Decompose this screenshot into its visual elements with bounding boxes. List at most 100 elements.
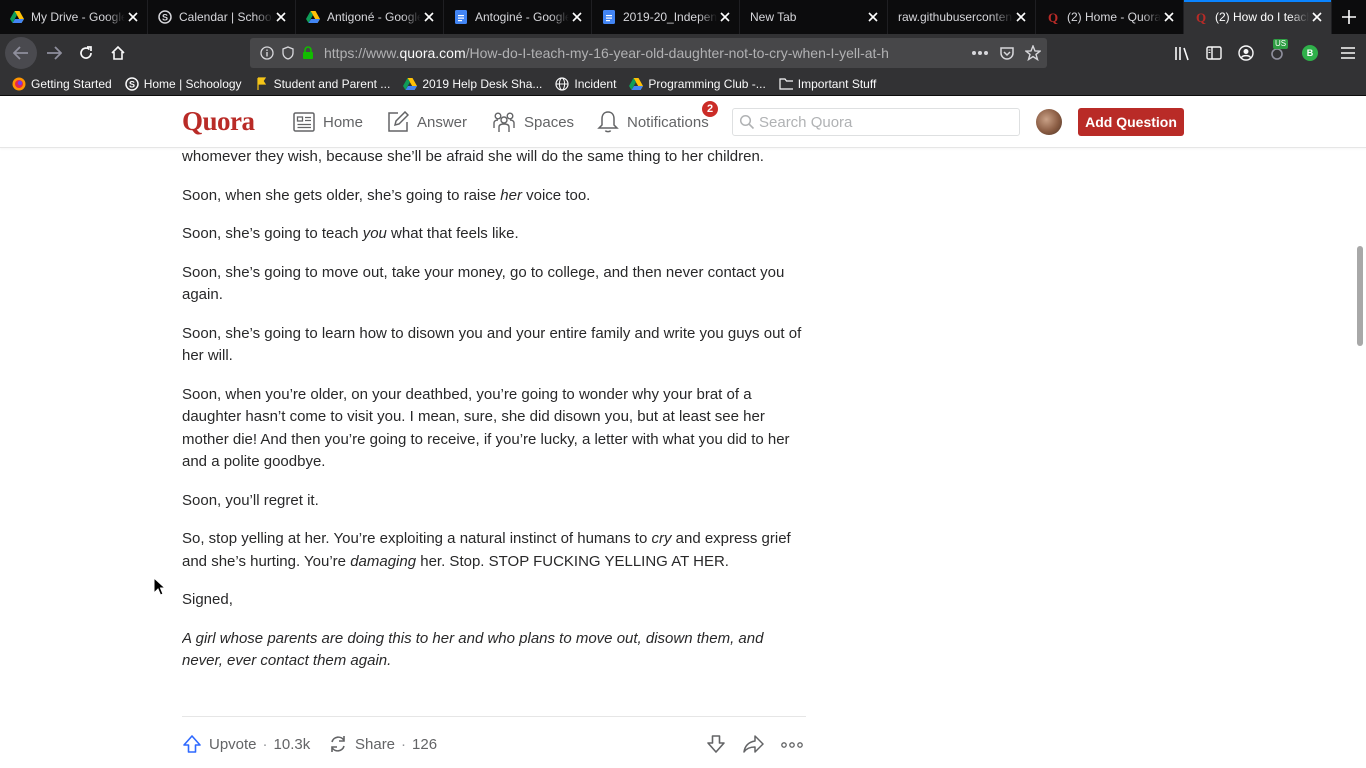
page-actions-icon[interactable] <box>971 50 989 56</box>
reload-icon <box>80 46 92 59</box>
tab-quora-home[interactable]: Q (2) Home - Quora <box>1036 0 1184 34</box>
nav-answer[interactable]: Answer <box>387 96 467 148</box>
tab-title: Antoginé - Google Docs <box>475 10 569 24</box>
quora-logo[interactable]: Quora <box>182 106 255 137</box>
text-span: what that feels like. <box>386 225 519 242</box>
paragraph: Soon, when you’re older, on your deathbe… <box>182 385 790 471</box>
emphasis: damaging <box>350 552 417 570</box>
tracking-shield-icon[interactable] <box>282 46 294 60</box>
more-options-button[interactable] <box>781 742 803 748</box>
downvote-button[interactable] <box>706 734 726 754</box>
address-bar[interactable]: https://www.quora.com/How-do-I-teach-my-… <box>250 38 1047 68</box>
tab-title: 2019-20_Independent <box>623 10 717 24</box>
google-drive-icon <box>306 10 320 24</box>
home-button[interactable] <box>103 38 133 68</box>
nav-home-label: Home <box>323 113 364 131</box>
tab-independent-docs[interactable]: 2019-20_Independent <box>592 0 740 34</box>
tab-antigone-drive[interactable]: Antigoné - Google Drive <box>296 0 444 34</box>
bookmark-label: Getting Started <box>31 76 112 91</box>
info-icon[interactable] <box>260 46 274 60</box>
text-span: So, stop yelling at her. You’re exploiti… <box>182 530 652 547</box>
nav-answer-label: Answer <box>417 113 468 131</box>
close-tab-icon[interactable] <box>421 9 437 25</box>
close-tab-icon[interactable] <box>273 9 289 25</box>
bookmark-student-parent[interactable]: Student and Parent ... <box>255 76 391 91</box>
page-scrollbar[interactable] <box>1355 148 1366 768</box>
app-menu-button[interactable] <box>1332 34 1364 72</box>
text-span: Soon, she’s going to teach <box>182 225 363 242</box>
tab-new-tab[interactable]: New Tab <box>740 0 888 34</box>
user-avatar[interactable] <box>1036 109 1062 135</box>
paragraph: Soon, when she gets older, she’s going t… <box>182 185 806 208</box>
tab-calendar-schoology[interactable]: S Calendar | Schoology <box>148 0 296 34</box>
search-box[interactable] <box>732 108 1020 136</box>
close-tab-icon[interactable] <box>1161 9 1177 25</box>
upvote-count: 10.3k <box>273 735 311 753</box>
upvote-button[interactable]: Upvote · 10.3k <box>182 734 310 754</box>
share-arrow-icon <box>743 735 764 753</box>
back-button[interactable] <box>5 37 37 69</box>
sidebar-button[interactable] <box>1198 34 1230 72</box>
forward-button[interactable] <box>39 38 69 68</box>
new-tab-button[interactable] <box>1334 0 1364 34</box>
svg-text:Q: Q <box>1048 10 1058 24</box>
separator-dot: · <box>262 735 268 753</box>
schoology-icon: S <box>158 10 172 24</box>
nav-home[interactable]: Home <box>293 96 363 148</box>
bookmark-help-desk[interactable]: 2019 Help Desk Sha... <box>403 77 542 91</box>
svg-text:S: S <box>162 13 168 23</box>
nav-spaces[interactable]: Spaces <box>492 96 574 148</box>
google-docs-icon <box>602 10 616 24</box>
lock-icon[interactable] <box>302 46 314 60</box>
nav-notifications[interactable]: Notifications <box>597 96 709 148</box>
account-button[interactable] <box>1230 34 1262 72</box>
tab-strip: My Drive - Google Drive S Calendar | Sch… <box>0 0 1366 34</box>
tab-title: New Tab <box>750 10 797 24</box>
google-drive-icon <box>403 77 418 91</box>
tab-antogine-docs[interactable]: Antoginé - Google Docs <box>444 0 592 34</box>
bell-icon <box>597 111 619 133</box>
url-text[interactable]: https://www.quora.com/How-do-I-teach-my-… <box>324 45 929 61</box>
folder-icon <box>779 77 793 91</box>
close-tab-icon[interactable] <box>1013 9 1029 25</box>
tab-my-drive[interactable]: My Drive - Google Drive <box>0 0 148 34</box>
tab-quora-question[interactable]: Q (2) How do I teach <box>1184 0 1332 34</box>
plus-icon <box>1342 10 1356 24</box>
tab-title: My Drive - Google Drive <box>31 10 125 24</box>
text-span: voice too. <box>521 186 591 204</box>
pocket-icon[interactable] <box>999 45 1015 61</box>
share-button[interactable]: Share · 126 <box>328 734 437 754</box>
vpn-extension-button[interactable]: US <box>1262 34 1294 72</box>
close-tab-icon[interactable] <box>717 9 733 25</box>
bookmark-getting-started[interactable]: Getting Started <box>12 77 112 91</box>
tab-raw-github[interactable]: raw.githubusercontent.com <box>888 0 1036 34</box>
bookmark-programming-club[interactable]: Programming Club -... <box>629 77 766 91</box>
library-button[interactable] <box>1166 34 1198 72</box>
upvote-arrow-icon <box>183 735 201 753</box>
close-tab-icon[interactable] <box>569 9 585 25</box>
scrollbar-thumb[interactable] <box>1357 246 1363 346</box>
bookmark-home-schoology[interactable]: S Home | Schoology <box>124 77 242 91</box>
profile-extension-button[interactable]: B <box>1294 34 1326 72</box>
tab-title: (2) How do I teach <box>1215 10 1309 24</box>
signature: A girl whose parents are doing this to h… <box>182 629 764 670</box>
url-prefix: https://www. <box>324 45 400 61</box>
answer-content: whomever they wish, because she’ll be af… <box>182 148 806 768</box>
forward-share-button[interactable] <box>743 734 765 754</box>
bookmark-label: Important Stuff <box>797 76 877 91</box>
paragraph: Soon, you’ll regret it. <box>182 491 319 509</box>
bookmark-label: Student and Parent ... <box>273 76 391 91</box>
close-tab-icon[interactable] <box>125 9 141 25</box>
nav-spaces-label: Spaces <box>524 113 575 131</box>
add-question-button[interactable]: Add Question <box>1078 108 1184 136</box>
search-input[interactable] <box>759 113 1009 131</box>
close-tab-icon[interactable] <box>865 9 881 25</box>
tab-title: raw.githubusercontent.com <box>898 10 1013 24</box>
reload-button[interactable] <box>71 38 101 68</box>
forward-arrow-icon <box>47 46 62 60</box>
bookmark-star-icon[interactable] <box>1025 45 1041 61</box>
close-tab-icon[interactable] <box>1309 9 1325 25</box>
bookmark-important-stuff[interactable]: Important Stuff <box>779 76 877 91</box>
bookmark-incident[interactable]: Incident <box>555 77 616 91</box>
paragraph: Signed, <box>182 591 233 608</box>
